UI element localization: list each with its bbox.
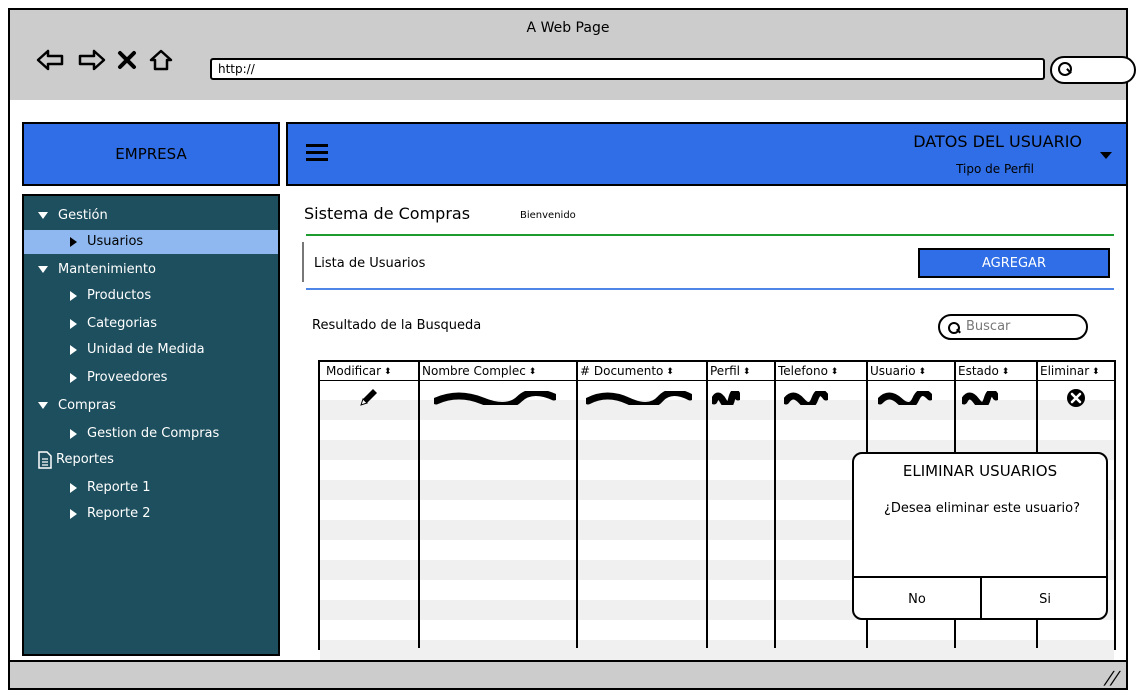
- sidebar-item-label: Usuarios: [87, 234, 144, 249]
- sidebar-item-label: Reportes: [56, 452, 114, 467]
- redacted-text: [960, 389, 1000, 409]
- sidebar-item-label: Productos: [87, 288, 152, 303]
- browser-chrome: A Web Page http://: [8, 8, 1136, 100]
- column-header[interactable]: Nombre Complec ⬍: [420, 362, 576, 382]
- sidebar: Gestión Usuarios Mantenimiento Productos Cat…: [22, 194, 280, 656]
- dialog-title: ELIMINAR USUARIOS: [902, 462, 1058, 480]
- delete-dialog: ELIMINAR USUARIOS ¿Desea eliminar este u…: [852, 452, 1108, 620]
- column-header[interactable]: Eliminar ⬍: [1038, 362, 1116, 382]
- browser-search-button[interactable]: [1050, 56, 1136, 84]
- user-profile-type: Tipo de Perfil: [956, 162, 1034, 176]
- sidebar-item[interactable]: Reporte 1: [24, 476, 278, 500]
- status-bar: //: [8, 660, 1128, 690]
- column-header[interactable]: Modificar ⬍: [324, 362, 420, 382]
- column-header[interactable]: Usuario ⬍: [868, 362, 954, 382]
- sort-icon: ⬍: [915, 367, 927, 377]
- sidebar-item[interactable]: Proveedores: [24, 366, 278, 390]
- user-title[interactable]: DATOS DEL USUARIO: [913, 132, 1082, 151]
- browser-window: A Web Page http:// EMPRESA DATOS DEL USU…: [0, 0, 1136, 690]
- window-title: A Web Page: [526, 20, 610, 36]
- dialog-message: ¿Desea eliminar este usuario?: [884, 501, 1080, 516]
- nav-buttons: [36, 48, 174, 72]
- search-placeholder: Buscar: [966, 319, 1011, 334]
- triangle-right-icon: [70, 290, 77, 301]
- triangle-down-icon: [38, 266, 48, 273]
- sidebar-item[interactable]: Unidad de Medida: [24, 338, 278, 362]
- sidebar-item-label: Compras: [58, 398, 117, 413]
- sidebar-item-label: Reporte 1: [87, 480, 151, 495]
- no-button[interactable]: No: [854, 578, 980, 620]
- sidebar-item[interactable]: Usuarios: [24, 230, 278, 254]
- search-input[interactable]: Buscar: [938, 314, 1088, 340]
- redacted-text: [782, 389, 830, 409]
- delete-circle-x-icon[interactable]: [1066, 388, 1086, 412]
- sort-icon: ⬍: [740, 367, 751, 377]
- url-text: http://: [218, 62, 255, 76]
- sort-icon: ⬍: [998, 367, 1010, 377]
- sort-icon: ⬍: [1089, 367, 1100, 377]
- hamburger-menu-icon[interactable]: [306, 144, 328, 165]
- add-button[interactable]: AGREGAR: [918, 248, 1110, 278]
- table-row: [320, 620, 1114, 640]
- divider-green: [306, 234, 1114, 236]
- triangle-down-icon: [38, 212, 48, 219]
- triangle-right-icon: [70, 236, 77, 247]
- triangle-right-icon: [70, 482, 77, 493]
- sidebar-item[interactable]: Compras: [24, 394, 278, 418]
- sidebar-item-label: Unidad de Medida: [87, 342, 205, 357]
- sort-icon: ⬍: [525, 367, 537, 377]
- sidebar-item-label: Categorias: [87, 316, 158, 331]
- column-header[interactable]: Telefono ⬍: [776, 362, 866, 382]
- brand-box: EMPRESA: [22, 122, 280, 186]
- sidebar-item-label: Mantenimiento: [58, 262, 156, 277]
- forward-arrow-icon[interactable]: [76, 48, 106, 72]
- sort-icon: ⬍: [827, 367, 839, 377]
- top-bar: DATOS DEL USUARIO Tipo de Perfil: [286, 122, 1128, 186]
- redacted-text: [876, 389, 934, 409]
- triangle-right-icon: [70, 344, 77, 355]
- sidebar-item-label: Gestion de Compras: [87, 426, 220, 441]
- results-label: Resultado de la Busqueda: [312, 318, 482, 333]
- sort-icon: ⬍: [381, 367, 392, 377]
- sidebar-item-label: Proveedores: [87, 370, 168, 385]
- page-title: Sistema de Compras: [304, 204, 471, 223]
- welcome-text: Bienvenido: [520, 210, 576, 221]
- sidebar-item[interactable]: Mantenimiento: [24, 258, 278, 282]
- sidebar-item[interactable]: Reporte 2: [24, 502, 278, 526]
- yes-button[interactable]: Si: [982, 578, 1108, 620]
- resize-grip-icon[interactable]: //: [1102, 668, 1122, 689]
- redacted-text: [710, 389, 742, 409]
- back-arrow-icon[interactable]: [36, 48, 66, 72]
- column-header[interactable]: Estado ⬍: [956, 362, 1036, 382]
- sidebar-item[interactable]: Reportes: [24, 448, 278, 472]
- sidebar-item[interactable]: Categorias: [24, 312, 278, 336]
- sidebar-item[interactable]: Gestión: [24, 204, 278, 228]
- triangle-right-icon: [70, 372, 77, 383]
- table-row: [320, 640, 1114, 660]
- triangle-right-icon: [70, 318, 77, 329]
- triangle-right-icon: [70, 508, 77, 519]
- column-header[interactable]: Perfil ⬍: [708, 362, 774, 382]
- chevron-down-icon[interactable]: [1100, 152, 1112, 159]
- redacted-text: [584, 389, 694, 409]
- sidebar-item-label: Reporte 2: [87, 506, 151, 521]
- pencil-icon[interactable]: [358, 386, 380, 412]
- divider-blue: [306, 288, 1114, 290]
- document-icon: [38, 450, 56, 469]
- home-icon[interactable]: [148, 48, 174, 72]
- brand-label: EMPRESA: [115, 145, 187, 163]
- sidebar-item[interactable]: Productos: [24, 284, 278, 308]
- column-header[interactable]: # Documento ⬍: [578, 362, 706, 382]
- table-row: [320, 420, 1114, 440]
- sidebar-item[interactable]: Gestion de Compras: [24, 422, 278, 446]
- sidebar-item-label: Gestión: [58, 208, 108, 223]
- redacted-text: [432, 389, 558, 409]
- address-bar[interactable]: http://: [210, 58, 1045, 80]
- triangle-right-icon: [70, 428, 77, 439]
- triangle-down-icon: [38, 402, 48, 409]
- stop-icon[interactable]: [116, 49, 138, 71]
- sort-icon: ⬍: [663, 367, 674, 377]
- list-label: Lista de Usuarios: [314, 256, 426, 271]
